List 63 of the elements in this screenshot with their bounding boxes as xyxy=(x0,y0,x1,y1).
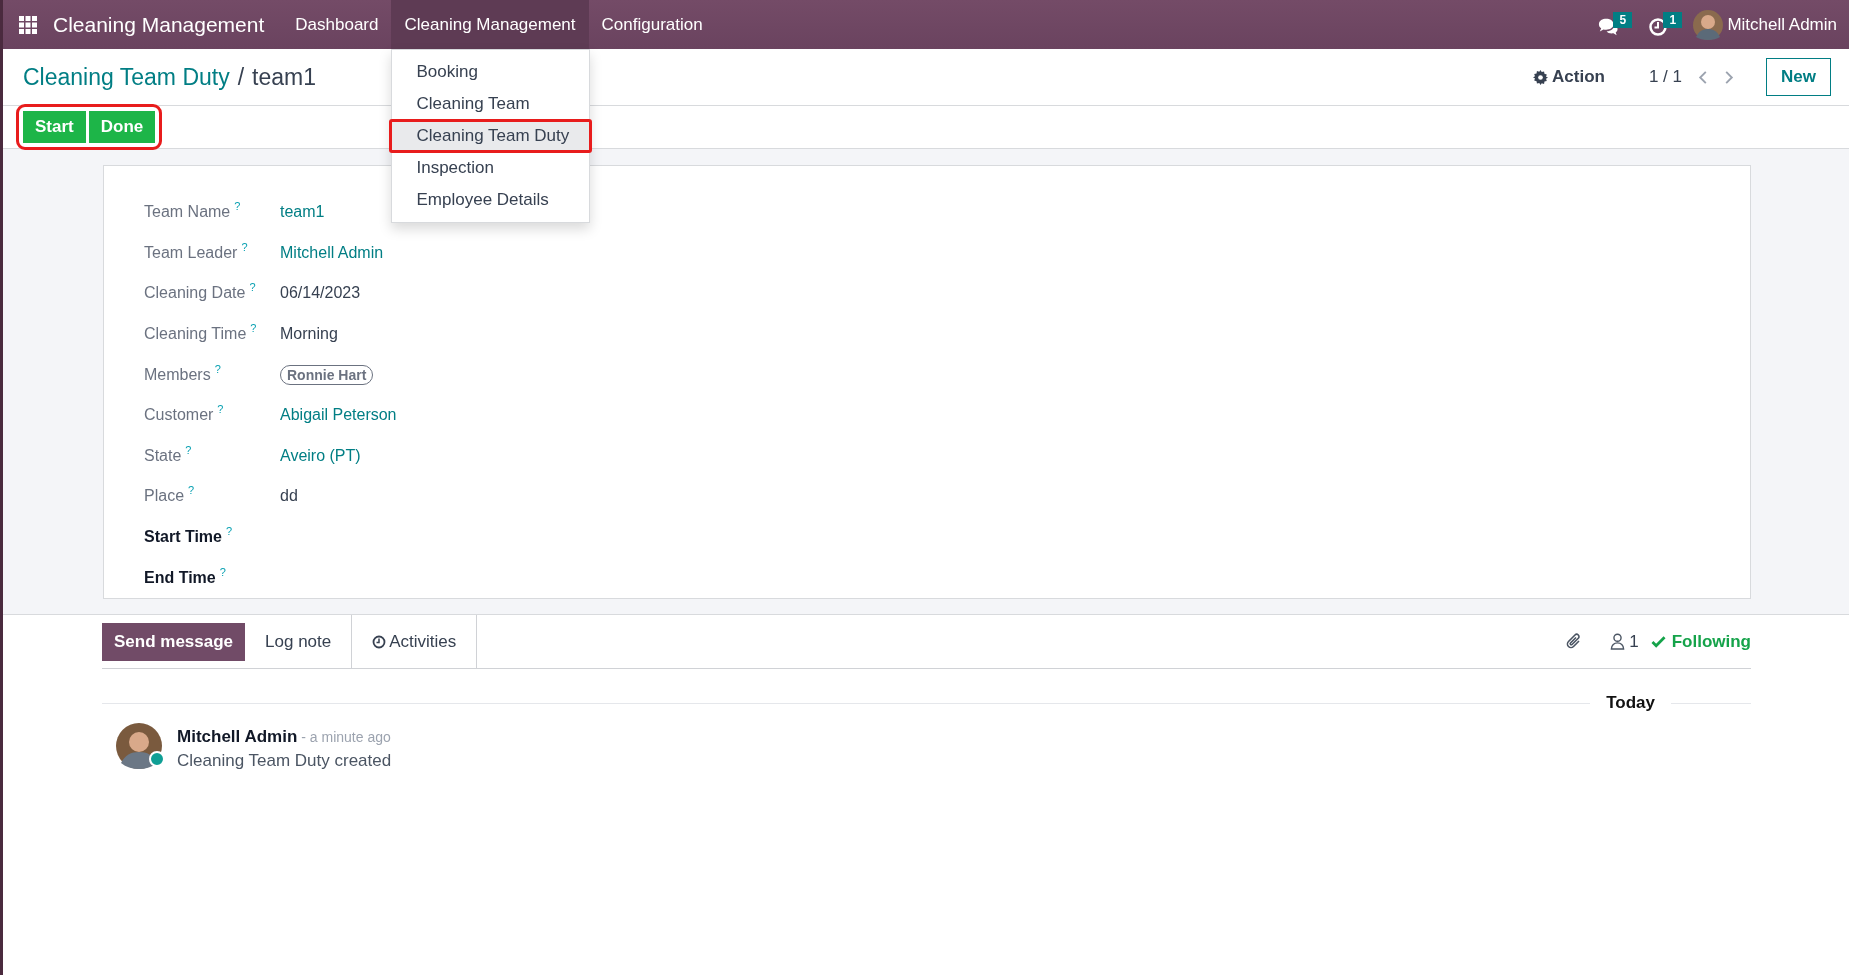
field-label: Team Name xyxy=(144,203,231,222)
field-label: Start Time xyxy=(144,528,222,547)
field-value: Morning xyxy=(280,325,338,344)
field-label: Team Leader xyxy=(144,243,238,262)
dropdown-item[interactable]: Employee Details xyxy=(392,184,590,216)
chatter-tab[interactable]: Send message xyxy=(102,623,246,661)
field-label: State xyxy=(144,446,182,465)
dropdown-item[interactable]: Inspection xyxy=(392,152,590,184)
action-button[interactable]: Action xyxy=(1527,66,1611,88)
help-mark[interactable]: ? xyxy=(185,443,192,456)
record-title: team1 xyxy=(252,63,316,91)
dropdown-item[interactable]: Cleaning Team Duty xyxy=(390,120,592,152)
status-button[interactable]: Start xyxy=(23,111,86,143)
field-label: Members xyxy=(144,365,211,384)
followers-button[interactable]: 1 xyxy=(1610,631,1639,652)
chat-icon[interactable] xyxy=(1597,16,1620,37)
check-icon xyxy=(1650,635,1666,648)
help-mark[interactable]: ? xyxy=(214,362,221,375)
status-button[interactable]: Done xyxy=(88,111,156,143)
dropdown-item[interactable]: Cleaning Team xyxy=(392,88,590,120)
help-mark[interactable]: ? xyxy=(241,240,248,253)
field-value-link[interactable]: Abigail Peterson xyxy=(280,406,397,425)
user-name[interactable]: Mitchell Admin xyxy=(1727,14,1837,35)
message-time: - a minute ago xyxy=(301,729,391,745)
message-body: Cleaning Team Duty created xyxy=(177,751,392,771)
app-name[interactable]: Cleaning Management xyxy=(53,12,265,37)
field-label: Place xyxy=(144,487,185,506)
navbar-menu[interactable]: Configuration xyxy=(588,0,716,49)
author-avatar xyxy=(116,723,162,769)
following-button[interactable]: Following xyxy=(1650,631,1751,652)
message-author: Mitchell Admin xyxy=(177,727,298,747)
person-icon xyxy=(1610,633,1626,650)
help-mark[interactable]: ? xyxy=(249,281,256,294)
field-value: dd xyxy=(280,487,298,506)
field-value-link[interactable]: Mitchell Admin xyxy=(280,243,384,262)
notification-badge: 5 xyxy=(1613,11,1633,28)
field-value: 06/14/2023 xyxy=(280,284,361,303)
help-mark[interactable]: ? xyxy=(219,565,226,578)
navbar-menu[interactable]: Dashboard xyxy=(282,0,392,49)
dropdown-item[interactable]: Booking xyxy=(392,56,590,88)
help-mark[interactable]: ? xyxy=(217,403,224,416)
new-button[interactable]: New xyxy=(1766,58,1831,96)
breadcrumb-link[interactable]: Cleaning Team Duty xyxy=(23,63,230,91)
help-mark[interactable]: ? xyxy=(225,525,233,538)
field-label: Cleaning Time xyxy=(144,325,247,344)
field-value-link[interactable]: team1 xyxy=(280,203,325,222)
field-label: Cleaning Date xyxy=(144,284,246,303)
help-mark[interactable]: ? xyxy=(188,484,195,497)
user-avatar[interactable] xyxy=(1693,9,1724,40)
app-grid-icon[interactable] xyxy=(19,15,37,34)
field-label: End Time xyxy=(144,568,216,587)
notification-badge: 1 xyxy=(1663,11,1683,28)
clock-icon xyxy=(372,634,387,649)
help-mark[interactable]: ? xyxy=(250,322,257,335)
help-mark[interactable]: ? xyxy=(234,200,241,213)
online-status-icon xyxy=(149,751,165,767)
pager-value: 1 / 1 xyxy=(1648,67,1683,87)
navbar-menu[interactable]: Cleaning Management xyxy=(391,0,589,49)
settings-icon xyxy=(1533,69,1549,85)
date-separator: Today xyxy=(1605,693,1656,713)
field-value-link[interactable]: Aveiro (PT) xyxy=(280,446,361,465)
field-label: Customer xyxy=(144,406,214,425)
breadcrumb-separator: / xyxy=(237,63,245,91)
